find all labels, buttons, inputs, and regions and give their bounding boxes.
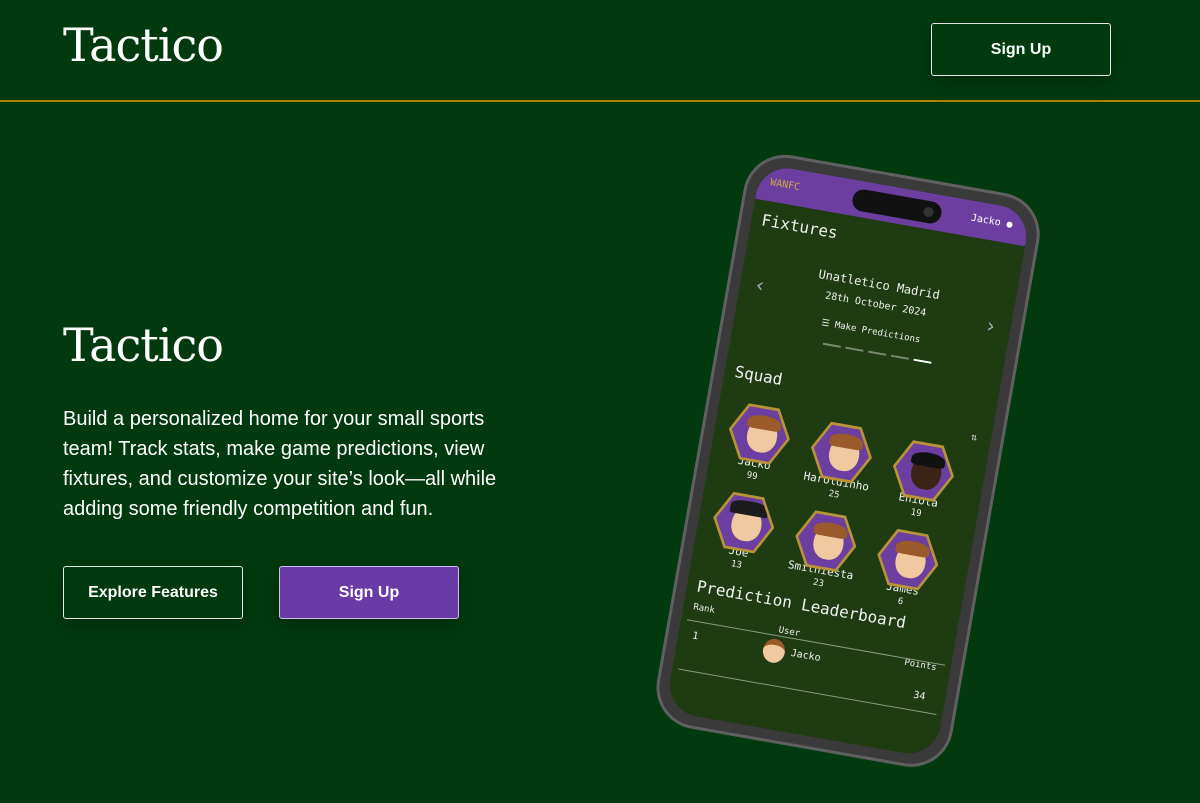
leaderboard-header-rank: Rank [692,602,716,616]
club-name[interactable]: WANFC [769,177,801,193]
squad-player[interactable]: Jacko 99 [717,397,800,487]
squad-player[interactable]: Eniola 19 [881,434,964,524]
hero-signup-button[interactable]: Sign Up [279,566,459,619]
squad-player[interactable]: James 6 [865,523,948,613]
phone-frame: WANFC Jacko ● Fixtures ‹ › Unatletico Ma… [649,148,1047,774]
squad-player[interactable]: Joe 13 [701,486,784,576]
leaderboard-rank: 1 [691,630,700,643]
leaderboard-points: 34 [912,689,927,703]
hero-description: Build a personalized home for your small… [63,408,497,520]
brand-logo[interactable]: Tactico [63,18,224,72]
camera-icon [922,206,935,218]
nav-signup-button[interactable]: Sign Up [931,23,1111,76]
hero-title: Tactico [63,318,224,372]
avatar [761,637,787,665]
leaderboard-user[interactable]: Jacko [790,648,822,664]
fixture-pagination [822,342,932,364]
page-dot[interactable] [868,350,887,356]
squad-player[interactable]: Smithiesta 23 [783,505,866,595]
squad-title: Squad [733,361,785,390]
phone-mockup: WANFC Jacko ● Fixtures ‹ › Unatletico Ma… [649,148,1047,774]
explore-features-button[interactable]: Explore Features [63,566,243,619]
predictions-icon: ☰ [820,318,831,330]
top-nav: Tactico Sign Up [0,0,1200,102]
squad-player[interactable]: Haroldinho 25 [799,416,882,506]
sort-icon[interactable]: ⇅ [970,432,978,444]
page-dot[interactable] [822,342,841,348]
phone-screen: WANFC Jacko ● Fixtures ‹ › Unatletico Ma… [664,163,1032,759]
user-menu[interactable]: Jacko ● [970,213,1013,231]
user-icon: ● [1005,218,1014,231]
page-dot[interactable] [845,346,864,352]
fixtures-title: Fixtures [760,210,840,243]
divider [678,668,937,716]
page-dot[interactable] [890,354,909,360]
make-predictions-label: Make Predictions [833,320,922,346]
page-dot-active[interactable] [913,358,932,364]
user-name: Jacko [970,212,1002,229]
